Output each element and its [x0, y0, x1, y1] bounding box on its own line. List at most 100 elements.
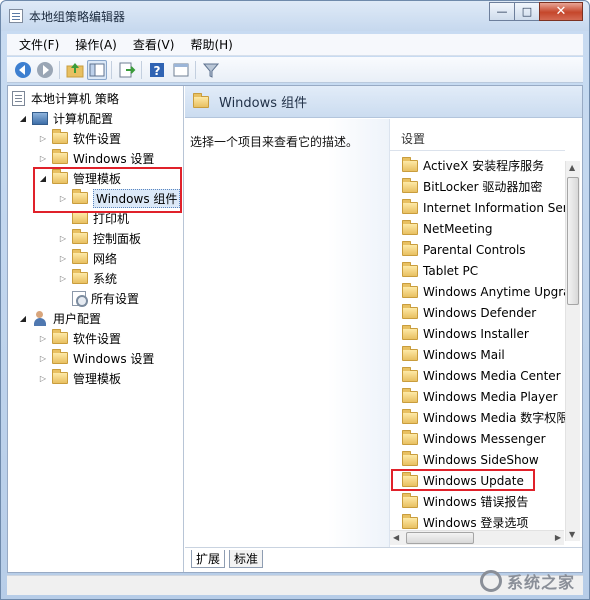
tree-item-control-panel[interactable]: ▷ 控制面板: [58, 228, 141, 248]
settings-list-item[interactable]: NetMeeting: [390, 218, 566, 239]
expand-arrow-icon[interactable]: ▷: [38, 374, 48, 383]
horizontal-scrollbar[interactable]: ◀ ▶: [390, 530, 564, 545]
collapse-arrow-icon[interactable]: ◢: [18, 114, 28, 123]
tree-item-cc-software[interactable]: ▷ 软件设置: [38, 128, 121, 148]
tree-item-computer-config[interactable]: ◢ 计算机配置: [18, 108, 113, 128]
tree-item-root[interactable]: 本地计算机 策略: [12, 88, 119, 108]
tree-label: 所有设置: [91, 291, 140, 306]
settings-list-item[interactable]: Windows Media Player: [390, 386, 566, 407]
tree-label: 管理模板: [73, 371, 122, 386]
filter-icon[interactable]: [201, 60, 221, 80]
folder-icon: [52, 369, 68, 384]
settings-list-item[interactable]: Windows Anytime Upgrad: [390, 281, 566, 302]
tree-label: 控制面板: [93, 231, 142, 246]
menu-bar: 文件(F) 操作(A) 查看(V) 帮助(H): [7, 34, 583, 56]
settings-list-item-label: BitLocker 驱动器加密: [423, 180, 543, 194]
scroll-left-icon[interactable]: ◀: [393, 533, 399, 542]
menu-help[interactable]: 帮助(H): [182, 34, 240, 56]
minimize-button[interactable]: —: [489, 2, 515, 21]
settings-list-item[interactable]: Windows 错误报告: [390, 491, 566, 512]
folder-icon: [402, 219, 418, 235]
settings-list-item-label: Windows Defender: [423, 305, 537, 320]
collapse-arrow-icon[interactable]: ◢: [18, 314, 28, 323]
folder-icon: [402, 303, 418, 319]
tree-item-cc-windows-settings[interactable]: ▷ Windows 设置: [38, 148, 154, 168]
folder-icon: [402, 240, 418, 256]
show-hide-tree-icon[interactable]: [87, 60, 107, 80]
settings-list-item[interactable]: Tablet PC: [390, 260, 566, 281]
settings-list-item-label: Tablet PC: [423, 263, 479, 278]
expand-arrow-icon[interactable]: ▷: [58, 234, 68, 243]
folder-icon: [52, 129, 68, 144]
back-arrow-icon[interactable]: [13, 60, 33, 80]
settings-list-item-label: Internet Information Serv: [423, 200, 566, 215]
settings-list-item-label: Windows SideShow: [423, 452, 539, 467]
expand-arrow-icon[interactable]: ▷: [58, 274, 68, 283]
settings-list-item-label: Parental Controls: [423, 242, 526, 257]
folder-icon: [402, 345, 418, 361]
properties-icon[interactable]: [171, 60, 191, 80]
settings-list-item[interactable]: Windows Defender: [390, 302, 566, 323]
settings-list-item[interactable]: Windows Media Center: [390, 365, 566, 386]
user-icon: [32, 310, 48, 326]
vertical-scrollbar[interactable]: ▲ ▼: [565, 161, 580, 541]
folder-icon: [402, 429, 418, 445]
expand-arrow-icon[interactable]: ▷: [38, 134, 48, 143]
settings-list-item[interactable]: Internet Information Serv: [390, 197, 566, 218]
tab-standard[interactable]: 标准: [229, 550, 264, 568]
menu-view[interactable]: 查看(V): [125, 34, 183, 56]
export-list-icon[interactable]: [117, 60, 137, 80]
toolbar: ?: [7, 57, 583, 83]
folder-icon: [402, 282, 418, 298]
title-bar[interactable]: 本地组策略编辑器 — □ ✕: [1, 1, 589, 31]
client-area: 本地计算机 策略 ◢ 计算机配置 ▷ 软件设置 ▷ Windows 设置 ◢ 管…: [7, 85, 583, 573]
maximize-button[interactable]: □: [514, 2, 540, 21]
tree-label: 本地计算机 策略: [31, 91, 119, 106]
scrollbar-thumb[interactable]: [567, 177, 579, 305]
expand-arrow-icon[interactable]: ▷: [58, 254, 68, 263]
toolbar-separator: [141, 61, 142, 79]
settings-list-item[interactable]: Windows SideShow: [390, 449, 566, 470]
tree-item-uc-windows-settings[interactable]: ▷ Windows 设置: [38, 348, 154, 368]
tree-item-uc-software[interactable]: ▷ 软件设置: [38, 328, 121, 348]
description-pane: 选择一个项目来查看它的描述。: [185, 119, 389, 547]
tab-extended[interactable]: 扩展: [191, 550, 226, 568]
settings-list-item[interactable]: ActiveX 安装程序服务: [390, 155, 566, 176]
menu-action[interactable]: 操作(A): [67, 34, 125, 56]
close-button[interactable]: ✕: [539, 2, 583, 21]
settings-list-item[interactable]: Windows Installer: [390, 323, 566, 344]
expand-arrow-icon[interactable]: ▷: [38, 354, 48, 363]
settings-list-item[interactable]: Parental Controls: [390, 239, 566, 260]
tree-label: 网络: [93, 251, 118, 266]
menu-file[interactable]: 文件(F): [11, 34, 67, 56]
toolbar-separator: [59, 61, 60, 79]
tree-item-system[interactable]: ▷ 系统: [58, 268, 117, 288]
settings-list-item-label: Windows Mail: [423, 347, 505, 362]
tree-item-uc-admin-templates[interactable]: ▷ 管理模板: [38, 368, 121, 388]
scroll-down-icon[interactable]: ▼: [569, 530, 575, 539]
folder-icon: [402, 513, 418, 529]
settings-list-item[interactable]: Windows Media 数字权限: [390, 407, 566, 428]
scroll-right-icon[interactable]: ▶: [555, 533, 561, 542]
settings-list[interactable]: 设置 ActiveX 安装程序服务 BitLocker 驱动器加密 Internet…: [389, 119, 582, 547]
up-folder-icon[interactable]: [65, 60, 85, 80]
settings-list-item[interactable]: BitLocker 驱动器加密: [390, 176, 566, 197]
help-icon[interactable]: ?: [147, 60, 167, 80]
scrollbar-thumb[interactable]: [406, 532, 474, 544]
expand-arrow-icon[interactable]: ▷: [38, 154, 48, 163]
forward-arrow-icon[interactable]: [35, 60, 55, 80]
settings-list-item[interactable]: Windows Mail: [390, 344, 566, 365]
settings-list-item[interactable]: Windows Messenger: [390, 428, 566, 449]
expand-arrow-icon[interactable]: ▷: [38, 334, 48, 343]
tree-label: 软件设置: [73, 131, 122, 146]
scroll-up-icon[interactable]: ▲: [569, 163, 575, 172]
tree-item-all-settings[interactable]: 所有设置: [58, 288, 139, 308]
tree-item-network[interactable]: ▷ 网络: [58, 248, 117, 268]
settings-list-item-label: Windows Media Center: [423, 368, 561, 383]
highlight-box-windows-update: [391, 469, 535, 491]
computer-icon: [32, 111, 48, 125]
navigation-tree[interactable]: 本地计算机 策略 ◢ 计算机配置 ▷ 软件设置 ▷ Windows 设置 ◢ 管…: [8, 86, 184, 572]
column-header-setting[interactable]: 设置: [390, 127, 565, 151]
tree-item-user-config[interactable]: ◢ 用户配置: [18, 308, 101, 328]
toolbar-separator: [195, 61, 196, 79]
